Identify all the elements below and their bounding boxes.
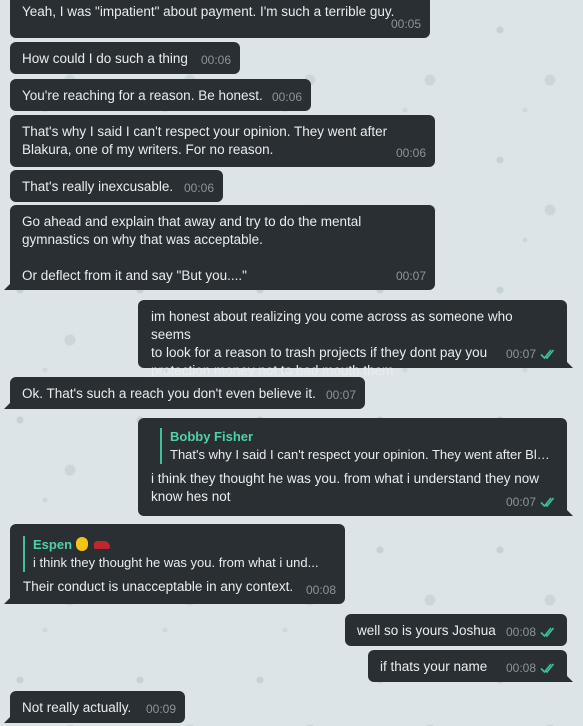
message-incoming[interactable]: Ok. That's such a reach you don't even b… xyxy=(4,377,365,409)
message-time-label: 00:07 xyxy=(505,347,536,361)
message-outgoing-reply[interactable]: Bobby Fisher That's why I said I can't r… xyxy=(138,418,573,516)
race-car-emoji-icon xyxy=(94,541,111,549)
message-time: 00:06 xyxy=(395,146,426,160)
message-outgoing[interactable]: im honest about realizing you come acros… xyxy=(138,300,573,378)
message-time: 00:08 xyxy=(506,659,558,677)
message-time: 00:06 xyxy=(200,53,231,67)
reply-quote[interactable]: Bobby Fisher That's why I said I can't r… xyxy=(160,428,554,464)
message-text: if thats your name xyxy=(380,659,488,674)
message-incoming[interactable]: Go ahead and explain that away and try t… xyxy=(4,205,435,290)
double-check-icon xyxy=(540,627,555,638)
message-time: 00:07 xyxy=(506,493,558,511)
message-text: Go ahead and explain that away and try t… xyxy=(22,214,362,283)
message-time: 00:06 xyxy=(183,181,214,195)
reply-quote-author: Espen xyxy=(33,537,73,552)
reply-quote[interactable]: Espen i think they thought he was you. f… xyxy=(23,536,333,572)
message-incoming-reply[interactable]: Espen i think they thought he was you. f… xyxy=(4,524,345,604)
message-time: 00:07 xyxy=(506,345,558,363)
message-time-label: 00:08 xyxy=(505,625,536,639)
message-text: Yeah, I was "impatient" about payment. I… xyxy=(22,4,395,19)
message-time: 00:08 xyxy=(305,583,336,597)
message-time: 00:09 xyxy=(145,702,176,716)
message-text: Ok. That's such a reach you don't even b… xyxy=(22,386,316,401)
double-check-icon xyxy=(540,349,555,360)
reply-quote-author-row: Espen xyxy=(33,536,333,554)
message-text: You're reaching for a reason. Be honest. xyxy=(22,88,263,103)
message-incoming[interactable]: You're reaching for a reason. Be honest.… xyxy=(10,79,311,111)
message-text: Their conduct is unacceptable in any con… xyxy=(23,579,294,594)
reply-quote-author: Bobby Fisher xyxy=(170,429,254,444)
message-text: That's really inexcusable. xyxy=(22,179,174,194)
message-outgoing[interactable]: if thats your name 00:08 xyxy=(368,650,573,682)
message-time: 00:05 xyxy=(390,17,421,31)
reply-quote-text: That's why I said I can't respect your o… xyxy=(170,447,554,462)
message-time-label: 00:08 xyxy=(505,661,536,675)
message-incoming[interactable]: How could I do such a thing 00:06 xyxy=(10,42,240,74)
message-outgoing[interactable]: well so is yours Joshua 00:08 xyxy=(345,614,567,646)
message-time-label: 00:07 xyxy=(505,495,536,509)
double-check-icon xyxy=(540,497,555,508)
message-incoming[interactable]: Not really actually. 00:09 xyxy=(4,691,185,723)
message-text: How could I do such a thing xyxy=(22,51,188,66)
message-text: Not really actually. xyxy=(22,700,132,715)
message-incoming[interactable]: Yeah, I was "impatient" about payment. I… xyxy=(10,0,430,38)
message-incoming[interactable]: That's really inexcusable. 00:06 xyxy=(10,170,223,202)
message-time: 00:08 xyxy=(506,623,558,641)
message-text: i think they thought he was you. from wh… xyxy=(151,471,539,504)
message-text: That's why I said I can't respect your o… xyxy=(22,124,388,157)
message-text: im honest about realizing you come acros… xyxy=(151,309,513,378)
message-time: 00:06 xyxy=(271,90,302,104)
message-time: 00:07 xyxy=(325,388,356,402)
message-incoming[interactable]: That's why I said I can't respect your o… xyxy=(10,115,435,167)
lemon-emoji-icon xyxy=(76,537,89,551)
message-text: well so is yours Joshua xyxy=(357,623,496,638)
double-check-icon xyxy=(540,663,555,674)
message-time: 00:07 xyxy=(395,269,426,283)
reply-quote-text: i think they thought he was you. from wh… xyxy=(33,555,319,570)
